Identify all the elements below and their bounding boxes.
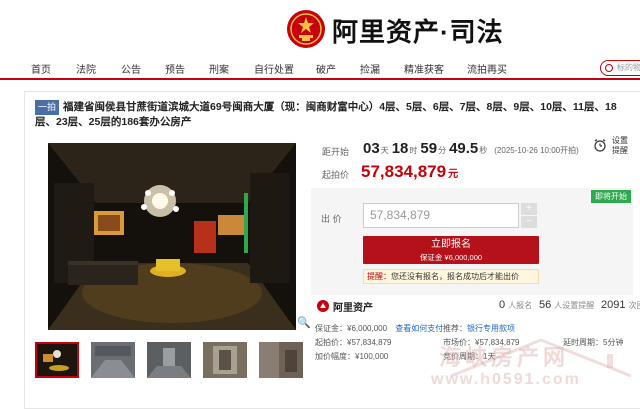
reminder-count-value: 56 bbox=[539, 299, 552, 311]
delay-period-row: 延时周期：5分钟 bbox=[563, 336, 623, 350]
court-emblem-icon bbox=[287, 10, 325, 48]
photo-thumbnails bbox=[35, 342, 311, 380]
bid-cycle-label: 竞价周期： bbox=[443, 352, 483, 361]
signup-count-value: 0 bbox=[499, 299, 506, 311]
nav-item-criminal[interactable]: 刑案 bbox=[209, 61, 229, 76]
market-price-label: 市场价： bbox=[443, 338, 475, 347]
set-reminder-label: 设置提醒 bbox=[612, 136, 628, 155]
thumbnail-5[interactable] bbox=[259, 342, 303, 378]
signup-button[interactable]: 立即报名 保证金 ¥6,000,000 bbox=[363, 236, 539, 264]
site-header: 阿里资产·司法 bbox=[0, 0, 640, 58]
zoom-icon[interactable]: 🔍 bbox=[297, 316, 311, 329]
start-price-row: 起拍价：¥57,834,879 bbox=[315, 336, 392, 350]
countdown-timer: 03天 18时 59分 49.5秒 (2025-10-26 10:00开拍) bbox=[363, 140, 579, 157]
countdown-hours-unit: 时 bbox=[409, 146, 418, 155]
countdown-days-unit: 天 bbox=[380, 146, 389, 155]
info-start-price-value: ¥57,834,879 bbox=[347, 338, 392, 347]
thumbnail-4[interactable] bbox=[203, 342, 247, 378]
search-input[interactable]: 标的物 bbox=[600, 60, 640, 76]
signup-tip: 提醒：您还没有报名，报名成功后才能出价 bbox=[363, 269, 539, 284]
main-photo[interactable] bbox=[48, 143, 296, 330]
lobby-photo-image bbox=[48, 143, 296, 330]
nav-item-home[interactable]: 首页 bbox=[31, 61, 51, 76]
increment-row: 加价幅度：¥100,000 bbox=[315, 350, 388, 364]
signup-button-label: 立即报名 bbox=[431, 239, 471, 250]
countdown-minutes-unit: 分 bbox=[438, 146, 447, 155]
nav-item-self-disposal[interactable]: 自行处置 bbox=[254, 61, 294, 76]
market-price-value: ¥57,834,879 bbox=[475, 338, 520, 347]
recommend-label: 推荐： bbox=[443, 324, 467, 333]
bid-cycle-row: 竞价周期：1天 bbox=[443, 350, 495, 364]
auction-stats: 阿里资产 0人报名 56人设置提醒 2091次围观 bbox=[311, 298, 640, 314]
countdown-hours: 18 bbox=[391, 140, 409, 157]
auction-title: 一拍 福建省闽侯县甘蔗街道滨城大道69号闽商大厦（现：闽商财富中心）4层、5层、6… bbox=[35, 100, 633, 130]
delay-period-value: 5分钟 bbox=[603, 338, 624, 347]
start-price-label: 起拍价 bbox=[322, 170, 350, 180]
main-nav: 首页 法院 公告 预告 刑案 自行处置 破产 捡漏 精准获客 流拍再买 标的物 bbox=[0, 58, 640, 80]
countdown-label: 距开始 bbox=[322, 147, 350, 157]
bid-panel: 即将开始 出 价 57,834,879 + − 立即报名 保证金 ¥6,000,… bbox=[311, 188, 633, 295]
countdown-seconds: 49.5 bbox=[449, 140, 479, 157]
deposit-value: ¥6,000,000 bbox=[347, 324, 388, 333]
nav-item-precise-leads[interactable]: 精准获客 bbox=[404, 61, 444, 76]
bid-decrease-button[interactable]: − bbox=[521, 216, 537, 228]
increment-label: 加价幅度： bbox=[315, 352, 355, 361]
bid-stepper: + − bbox=[521, 203, 537, 228]
nav-item-preview[interactable]: 预告 bbox=[165, 61, 185, 76]
signup-count-label: 人报名 bbox=[508, 301, 533, 310]
search-icon bbox=[605, 64, 613, 72]
watermark-url: www.h0591.com bbox=[431, 371, 581, 388]
nav-item-bankruptcy[interactable]: 破产 bbox=[316, 61, 336, 76]
auction-detail-panel: 一拍 福建省闽侯县甘蔗街道滨城大道69号闽商大厦（现：闽商财富中心）4层、5层、6… bbox=[24, 91, 640, 409]
ali-assets-logo-icon bbox=[317, 300, 329, 312]
delay-period-label: 延时周期： bbox=[563, 338, 603, 347]
nav-item-failed-rebuy[interactable]: 流拍再买 bbox=[467, 61, 507, 76]
tip-prefix: 提醒： bbox=[367, 272, 391, 281]
auction-round-badge: 一拍 bbox=[35, 100, 60, 115]
nav-item-bargain[interactable]: 捡漏 bbox=[360, 61, 380, 76]
countdown-seconds-unit: 秒 bbox=[479, 146, 488, 155]
bid-increase-button[interactable]: + bbox=[521, 203, 537, 215]
auction-start-time: (2025-10-26 10:00开拍) bbox=[494, 146, 579, 155]
start-price-value: 57,834,879 bbox=[361, 162, 447, 181]
status-badge: 即将开始 bbox=[591, 190, 631, 203]
auction-title-text: 福建省闽侯县甘蔗街道滨城大道69号闽商大厦（现：闽商财富中心）4层、5层、6层、… bbox=[35, 101, 617, 128]
reminder-count-label: 人设置提醒 bbox=[554, 301, 595, 310]
signup-count: 0 人报名 bbox=[499, 299, 532, 311]
countdown-minutes: 59 bbox=[420, 140, 438, 157]
bid-cycle-value: 1天 bbox=[483, 352, 496, 361]
view-count-value: 2091 bbox=[601, 299, 626, 311]
info-start-price-label: 起拍价： bbox=[315, 338, 347, 347]
bank-payment-link[interactable]: 银行专用款项 bbox=[467, 324, 515, 333]
bid-label: 出 价 bbox=[321, 214, 342, 224]
nav-item-court[interactable]: 法院 bbox=[76, 61, 96, 76]
bid-amount-field[interactable]: 57,834,879 bbox=[363, 203, 519, 228]
alarm-clock-icon bbox=[594, 139, 606, 152]
countdown-days: 03 bbox=[363, 140, 380, 157]
thumbnail-1[interactable] bbox=[35, 342, 79, 378]
deposit-row: 保证金：¥6,000,000 查看如何支付 bbox=[315, 322, 443, 336]
start-price: 57,834,879 元 bbox=[361, 162, 458, 182]
thumbnail-3[interactable] bbox=[147, 342, 191, 378]
market-price-row: 市场价：¥57,834,879 bbox=[443, 336, 520, 350]
start-price-unit: 元 bbox=[448, 169, 459, 180]
search-placeholder: 标的物 bbox=[617, 63, 640, 72]
site-logo-text[interactable]: 阿里资产·司法 bbox=[332, 12, 504, 49]
increment-value: ¥100,000 bbox=[355, 352, 389, 361]
view-count: 2091次围观 bbox=[601, 299, 640, 311]
nav-item-notice[interactable]: 公告 bbox=[121, 61, 141, 76]
ali-assets-brand: 阿里资产 bbox=[333, 303, 373, 314]
signup-deposit-label: 保证金 ¥6,000,000 bbox=[419, 253, 483, 262]
how-to-pay-link[interactable]: 查看如何支付 bbox=[395, 324, 443, 333]
view-count-label: 次围观 bbox=[628, 301, 640, 310]
tip-text: 您还没有报名，报名成功后才能出价 bbox=[391, 272, 519, 281]
reminder-count: 56 人设置提醒 bbox=[539, 299, 594, 311]
deposit-label: 保证金： bbox=[315, 324, 347, 333]
recommend-row: 推荐：银行专用款项 bbox=[443, 322, 515, 336]
thumbnail-2[interactable] bbox=[91, 342, 135, 378]
